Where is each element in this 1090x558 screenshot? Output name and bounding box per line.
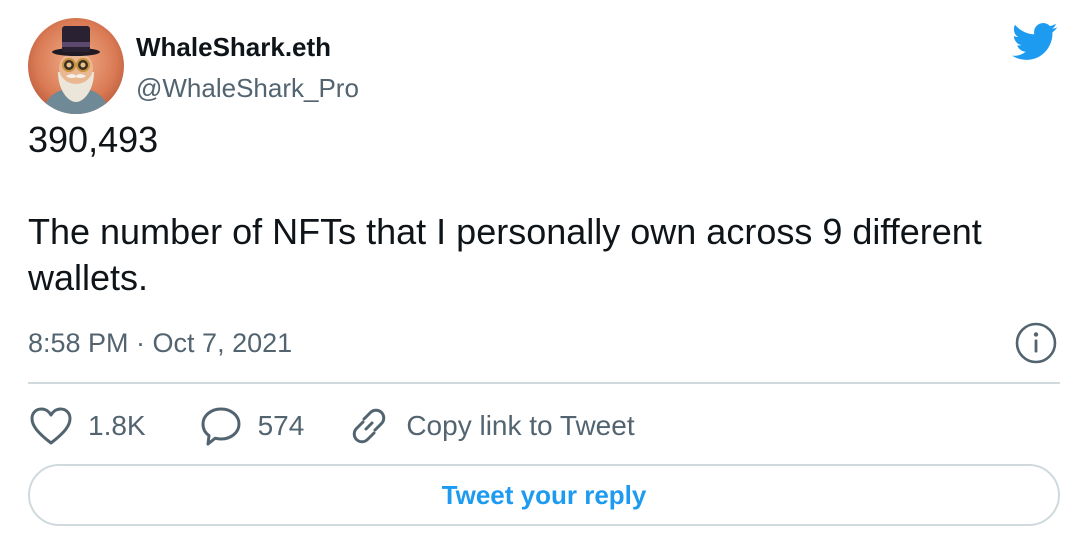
tweet-timestamp[interactable]: 8:58 PM · Oct 7, 2021 — [28, 325, 292, 361]
tweet-body: 390,493 The number of NFTs that I person… — [28, 117, 1038, 301]
tweet-your-reply-button[interactable]: Tweet your reply — [28, 464, 1060, 526]
reply-button[interactable]: 574 — [198, 404, 305, 448]
reply-count: 574 — [257, 410, 305, 441]
link-icon — [346, 403, 392, 449]
speech-bubble-icon — [198, 404, 244, 448]
divider — [28, 382, 1060, 384]
tweet-text-line-1: 390,493 — [28, 119, 159, 160]
author-avatar[interactable] — [28, 18, 124, 114]
like-button[interactable]: 1.8K — [28, 405, 146, 447]
tweet-text-spacer — [28, 163, 1038, 209]
twitter-bird-icon[interactable] — [1012, 22, 1058, 62]
tweet-text-line-2: The number of NFTs that I personally own… — [28, 211, 982, 298]
reply-button-label: Tweet your reply — [441, 479, 647, 510]
like-count: 1.8K — [88, 410, 146, 441]
author-handle[interactable]: @WhaleShark_Pro — [136, 71, 359, 105]
tweet-actions-bar: 1.8K 574 Copy link to Tweet — [28, 400, 635, 452]
heart-icon — [28, 405, 74, 447]
info-icon[interactable] — [1014, 321, 1058, 365]
author-display-name[interactable]: WhaleShark.eth — [136, 30, 331, 64]
tweet-embed-card: WhaleShark.eth @WhaleShark_Pro 390,493 T… — [0, 0, 1090, 558]
copy-link-label: Copy link to Tweet — [406, 410, 635, 441]
avatar-image — [28, 18, 124, 114]
copy-link-button[interactable]: Copy link to Tweet — [346, 403, 635, 449]
